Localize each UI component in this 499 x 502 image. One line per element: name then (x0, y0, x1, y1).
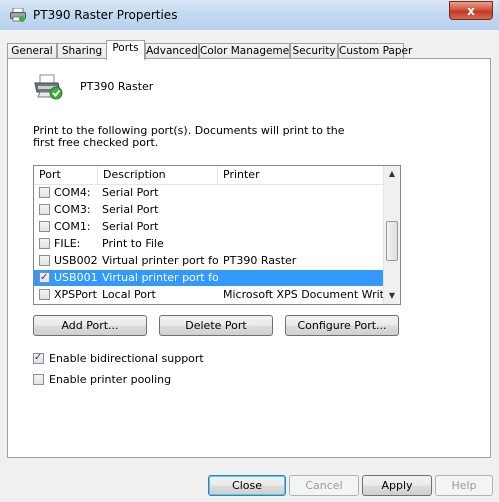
add-port-button[interactable]: Add Port... (33, 315, 147, 336)
apply-button[interactable]: Apply (362, 475, 432, 496)
port-row[interactable]: XPSPort: Local Port Microsoft XPS Docume… (34, 287, 385, 303)
window-close-button[interactable]: x (449, 1, 493, 20)
port-printer: Microsoft XPS Document Writer (223, 288, 383, 301)
scroll-up-icon[interactable]: ▲ (384, 166, 400, 182)
port-desc: Virtual printer port for... (102, 254, 218, 267)
tab-color-management[interactable]: Color Management (199, 43, 300, 59)
close-button[interactable]: Close (208, 475, 286, 496)
scroll-down-icon[interactable]: ▼ (384, 288, 400, 304)
printer-icon (10, 8, 26, 22)
port-printer (223, 185, 383, 201)
port-desc: Serial Port (102, 220, 159, 233)
printer-check-icon (34, 74, 63, 100)
column-header-description[interactable]: Description (98, 166, 218, 184)
column-header-port[interactable]: Port (34, 166, 98, 184)
tab-custom-paper[interactable]: Custom Paper (338, 43, 412, 59)
port-row[interactable]: COM1: Serial Port (34, 219, 385, 235)
port-row[interactable]: COM3: Serial Port (34, 202, 385, 218)
port-checkbox[interactable] (39, 204, 50, 215)
printer-name: PT390 Raster (80, 80, 154, 93)
port-name: COM3: (54, 203, 91, 216)
port-description-text: Print to the following port(s). Document… (33, 124, 345, 149)
port-list[interactable]: Port Description Printer COM4: Serial Po… (33, 165, 401, 305)
pooling-checkbox[interactable] (33, 374, 44, 385)
port-desc: Serial Port (102, 186, 159, 199)
port-checkbox[interactable] (39, 270, 50, 286)
configure-port-button[interactable]: Configure Port... (285, 315, 399, 336)
tab-advanced[interactable]: Advanced (145, 43, 199, 59)
port-row[interactable]: FILE: Print to File (34, 236, 385, 252)
bidirectional-checkbox[interactable] (33, 351, 44, 364)
port-checkbox[interactable] (39, 255, 50, 266)
port-printer: PT390 Raster (223, 254, 297, 267)
column-header-printer[interactable]: Printer (218, 166, 385, 184)
tab-general[interactable]: General (7, 43, 57, 59)
port-checkbox[interactable] (39, 289, 50, 300)
port-desc: Print to File (102, 237, 164, 250)
port-row[interactable]: USB002 Virtual printer port for... PT390… (34, 253, 385, 269)
port-name: XPSPort: (54, 288, 98, 301)
port-printer (223, 202, 383, 218)
port-desc: Serial Port (102, 203, 159, 216)
help-button[interactable]: Help (435, 475, 493, 496)
port-printer (223, 236, 383, 252)
cancel-button[interactable]: Cancel (289, 475, 359, 496)
bidirectional-label[interactable]: Enable bidirectional support (49, 352, 204, 365)
port-name: USB002 (54, 254, 98, 267)
port-checkbox[interactable] (39, 221, 50, 232)
port-desc: Local Port (102, 288, 156, 301)
port-printer (223, 270, 383, 286)
scroll-thumb[interactable] (386, 221, 398, 261)
title-bar: PT390 Raster Properties x (0, 0, 499, 31)
tab-security[interactable]: Security (290, 43, 338, 59)
port-list-scrollbar[interactable]: ▲ ▼ (383, 166, 400, 304)
tab-sharing[interactable]: Sharing (57, 43, 107, 59)
port-row[interactable]: COM4: Serial Port (34, 185, 385, 201)
port-name: FILE: (54, 237, 81, 250)
delete-port-button[interactable]: Delete Port (159, 315, 273, 336)
port-checkbox[interactable] (39, 238, 50, 249)
port-name: USB001 (54, 271, 98, 284)
port-checkbox[interactable] (39, 187, 50, 198)
port-name: COM4: (54, 186, 91, 199)
window-title: PT390 Raster Properties (33, 8, 178, 22)
port-list-header: Port Description Printer (34, 166, 385, 185)
pooling-label[interactable]: Enable printer pooling (49, 373, 171, 386)
port-printer (223, 219, 383, 235)
port-row-selected[interactable]: USB001 Virtual printer port for... (34, 270, 385, 286)
port-name: COM1: (54, 220, 91, 233)
port-desc: Virtual printer port for... (102, 271, 218, 284)
tab-ports[interactable]: Ports (106, 40, 145, 60)
